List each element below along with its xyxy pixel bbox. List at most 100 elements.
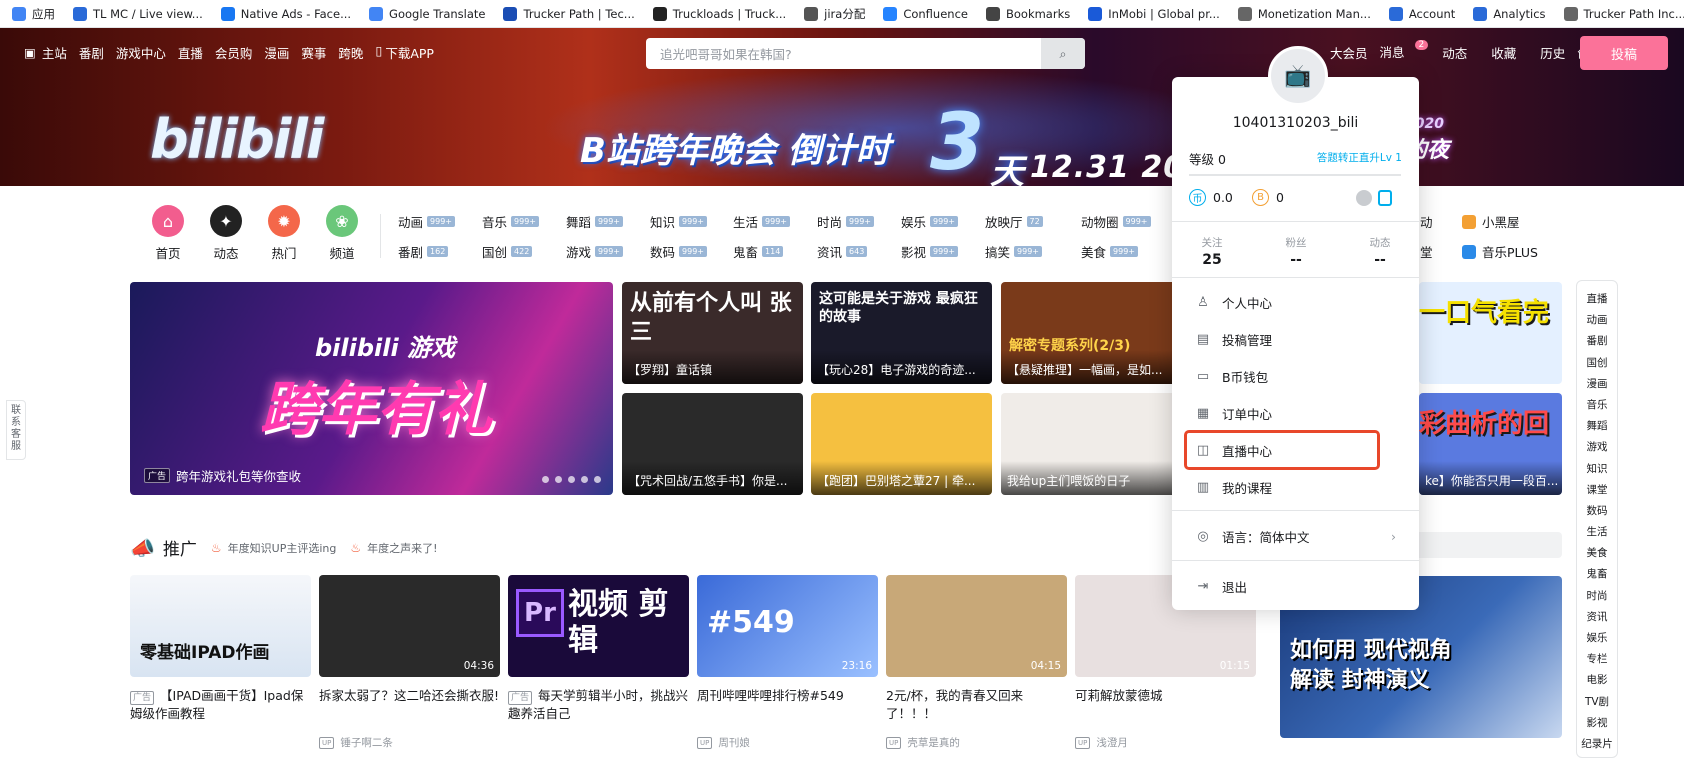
carousel-dots[interactable]: [536, 476, 601, 483]
video-card[interactable]: 04:36 拆家太弱了？这二哈还会撕衣服! UP 锤子啊二条: [319, 575, 500, 750]
carousel[interactable]: bilibili 游戏 跨年有礼 广告 跨年游戏礼包等你查收: [130, 282, 613, 495]
video-card-thumb[interactable]: 视频 剪辑 Pr: [508, 575, 689, 677]
promo-link-1[interactable]: ♨ 年度知识UP主评选ing: [211, 540, 336, 556]
category-item[interactable]: 时尚 999+: [817, 212, 874, 231]
logout-menu-item[interactable]: ⇥ 退出: [1196, 577, 1247, 596]
bookmark-item[interactable]: jira分配: [804, 6, 865, 22]
username[interactable]: 10401310203_bili: [1172, 115, 1419, 131]
nav-item[interactable]: 赛事: [301, 43, 326, 62]
bookmark-item[interactable]: Confluence: [883, 6, 968, 21]
category-item[interactable]: 知识 999+: [650, 212, 707, 231]
side-nav-item[interactable]: 番剧: [1577, 331, 1617, 352]
category-item[interactable]: 动画 999+: [398, 212, 455, 231]
nav-item[interactable]: 番剧: [79, 43, 104, 62]
bookmark-item[interactable]: TL MC / Live view...: [73, 6, 203, 21]
nav-item[interactable]: 会员购: [215, 43, 253, 62]
quick-nav-item[interactable]: ✦ 动态: [203, 205, 249, 262]
video-card[interactable]: 04:15 2元/杯，我的青春又回来了！！！ UP 壳草是真的: [886, 575, 1067, 750]
bcoins[interactable]: B0: [1252, 189, 1284, 206]
menu-item[interactable]: ♙ 个人中心: [1196, 293, 1272, 312]
menu-item[interactable]: ▤ 投稿管理: [1196, 330, 1272, 349]
video-title[interactable]: 拆家太弱了？这二哈还会撕衣服!: [319, 687, 500, 723]
video-card-thumb[interactable]: #549 23:16: [697, 575, 878, 677]
video-card-thumb[interactable]: 04:36: [319, 575, 500, 677]
avatar[interactable]: 📺: [1268, 46, 1328, 106]
bilibili-logo[interactable]: bilibili: [150, 108, 324, 171]
bookmark-item[interactable]: Google Translate: [369, 6, 485, 21]
side-nav-item[interactable]: 鬼畜: [1577, 564, 1617, 585]
category-item[interactable]: 动: [1420, 212, 1433, 231]
video-title[interactable]: 2元/杯，我的青春又回来了！！！: [886, 687, 1067, 723]
video-thumbnail[interactable]: 【跑团】巴别塔之蕈27 | 牵...: [811, 393, 992, 495]
side-nav-item[interactable]: 数码: [1577, 501, 1617, 522]
category-item[interactable]: 游戏 999+: [566, 242, 623, 261]
category-item[interactable]: 音乐 999+: [482, 212, 539, 231]
follow-stat[interactable]: 关注 25: [1172, 235, 1252, 268]
video-title[interactable]: 广告 每天学剪辑半小时，挑战兴趣养活自己: [508, 687, 689, 723]
video-uploader[interactable]: UP 锤子啊二条: [319, 735, 500, 750]
bookmark-item[interactable]: Bookmarks: [985, 6, 1070, 21]
quick-nav-item[interactable]: ✹ 热门: [261, 205, 307, 262]
side-nav-item[interactable]: 资讯: [1577, 607, 1617, 628]
video-thumbnail[interactable]: 这可能是关于游戏 最疯狂的故事 【玩心28】电子游戏的奇迹...: [811, 282, 992, 384]
side-nav-item[interactable]: 生活: [1577, 522, 1617, 543]
phone-icon[interactable]: [1378, 190, 1392, 206]
category-item[interactable]: 资讯 643: [817, 242, 868, 261]
nav-item[interactable]: 下载APP: [385, 43, 434, 62]
video-card[interactable]: 零基础IPAD作画广告 【IPAD画画干货】Ipad保姆级作画教程: [130, 575, 311, 723]
side-nav-item[interactable]: 漫画: [1577, 374, 1617, 395]
right-nav-item[interactable]: 大会员: [1330, 43, 1368, 62]
category-item[interactable]: 堂: [1420, 242, 1433, 261]
category-item[interactable]: 番剧 162: [398, 242, 449, 261]
category-item[interactable]: 生活 999+: [733, 212, 790, 231]
video-card-thumb[interactable]: 零基础IPAD作画: [130, 575, 311, 677]
side-nav-item[interactable]: 娱乐: [1577, 628, 1617, 649]
menu-item[interactable]: ▥ 我的课程: [1196, 478, 1272, 497]
nav-item[interactable]: 游戏中心: [116, 43, 166, 62]
video-title[interactable]: 周刊哔哩哔哩排行榜#549: [697, 687, 878, 723]
video-uploader[interactable]: UP 浅澄月: [1075, 735, 1256, 750]
video-uploader[interactable]: UP 周刊娘: [697, 735, 878, 750]
bookmark-item[interactable]: 应用: [12, 6, 55, 22]
quick-nav-item[interactable]: ❀ 频道: [319, 205, 365, 262]
level-tip-link[interactable]: 答题转正直升Lv 1: [1317, 150, 1402, 165]
category-item[interactable]: 音乐PLUS: [1462, 242, 1538, 261]
nav-item[interactable]: 主站: [42, 43, 67, 62]
category-item[interactable]: 国创 422: [482, 242, 533, 261]
category-item[interactable]: 数码 999+: [650, 242, 707, 261]
category-item[interactable]: 美食 999+: [1081, 242, 1138, 261]
bookmark-item[interactable]: Trucker Path Inc....: [1563, 6, 1684, 21]
side-nav-item[interactable]: 游戏: [1577, 437, 1617, 458]
promo-link-2[interactable]: ♨ 年度之声来了!: [350, 540, 437, 556]
side-nav-item[interactable]: 电影: [1577, 670, 1617, 691]
customer-service-tab[interactable]: 联系客服: [6, 400, 26, 460]
category-item[interactable]: 鬼畜 114: [733, 242, 784, 261]
video-card[interactable]: #549 23:16 周刊哔哩哔哩排行榜#549 UP 周刊娘: [697, 575, 878, 750]
medal-icon[interactable]: [1356, 190, 1372, 206]
quick-nav-item[interactable]: ⌂ 首页: [145, 205, 191, 262]
fans-stat[interactable]: 粉丝 --: [1256, 235, 1336, 268]
video-title[interactable]: 广告 【IPAD画画干货】Ipad保姆级作画教程: [130, 687, 311, 723]
menu-item[interactable]: ▦ 订单中心: [1196, 404, 1272, 423]
category-item[interactable]: 舞蹈 999+: [566, 212, 623, 231]
nav-item[interactable]: 漫画: [264, 43, 289, 62]
video-thumbnail[interactable]: 彩曲析的回 ke】你能否只用一段百...: [1419, 393, 1562, 495]
bookmark-item[interactable]: Trucker Path | Tec...: [503, 6, 635, 21]
bookmark-item[interactable]: Account: [1388, 6, 1455, 21]
video-thumbnail[interactable]: 从前有个人叫 张 三【罗翔】童话镇: [622, 282, 803, 384]
nav-item[interactable]: 直播: [178, 43, 203, 62]
side-nav-item[interactable]: 音乐: [1577, 395, 1617, 416]
category-item[interactable]: 放映厅 72: [985, 212, 1043, 231]
side-nav-item[interactable]: 美食: [1577, 543, 1617, 564]
side-nav-item[interactable]: 课堂: [1577, 480, 1617, 501]
right-nav-item[interactable]: 历史: [1540, 43, 1565, 62]
side-nav-item[interactable]: 影视: [1577, 713, 1617, 734]
search-button[interactable]: ⌕: [1041, 38, 1085, 69]
bookmark-item[interactable]: Monetization Man...: [1237, 6, 1371, 21]
side-nav-item[interactable]: 国创: [1577, 353, 1617, 374]
category-item[interactable]: 影视 999+: [901, 242, 958, 261]
side-nav-item[interactable]: 知识: [1577, 459, 1617, 480]
right-nav-item[interactable]: 动态: [1442, 43, 1479, 62]
nav-item[interactable]: 跨晚: [338, 43, 363, 62]
category-item[interactable]: 搞笑 999+: [985, 242, 1042, 261]
